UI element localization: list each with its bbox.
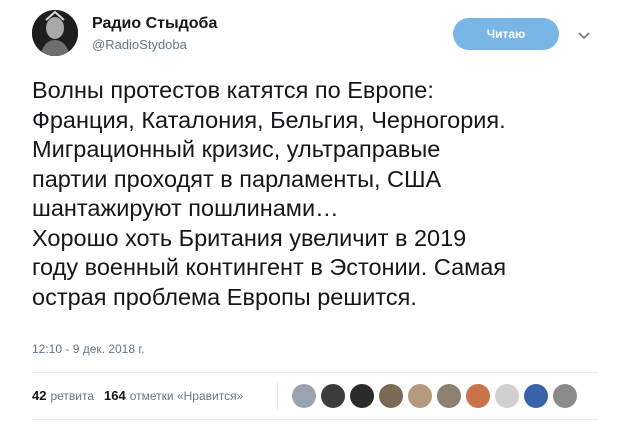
likes-stat[interactable]: 164 отметки «Нравится» bbox=[104, 388, 243, 403]
retweets-count: 42 bbox=[32, 388, 47, 403]
liker-avatar[interactable] bbox=[436, 383, 462, 409]
stats-separator bbox=[277, 382, 278, 410]
tweet-text: Волны протестов катятся по Европе: Франц… bbox=[32, 77, 507, 310]
tweet-header: Радио Стыдоба @RadioStydoba Читаю bbox=[32, 10, 610, 58]
liker-avatar[interactable] bbox=[378, 383, 404, 409]
liker-avatar[interactable] bbox=[291, 383, 317, 409]
liker-avatar[interactable] bbox=[320, 383, 346, 409]
handle[interactable]: @RadioStydoba bbox=[92, 36, 217, 54]
likes-count: 164 bbox=[104, 388, 126, 403]
statue-avatar-icon[interactable] bbox=[32, 10, 78, 56]
liker-avatars bbox=[291, 383, 581, 409]
chevron-down-icon[interactable] bbox=[577, 28, 591, 42]
divider bbox=[32, 372, 598, 373]
liker-avatar[interactable] bbox=[349, 383, 375, 409]
liker-avatar[interactable] bbox=[465, 383, 491, 409]
timestamp[interactable]: 12:10 - 9 дек. 2018 г. bbox=[32, 342, 145, 356]
follow-button[interactable]: Читаю bbox=[453, 18, 559, 50]
likes-label: отметки «Нравится» bbox=[129, 389, 244, 403]
retweets-label: ретвита bbox=[50, 389, 95, 403]
tweet-stats: 42 ретвита 164 отметки «Нравится» bbox=[32, 388, 253, 403]
liker-avatar[interactable] bbox=[552, 383, 578, 409]
display-name[interactable]: Радио Стыдоба bbox=[92, 14, 217, 34]
liker-avatar[interactable] bbox=[494, 383, 520, 409]
liker-avatar[interactable] bbox=[523, 383, 549, 409]
retweets-stat[interactable]: 42 ретвита bbox=[32, 388, 94, 403]
account-names: Радио Стыдоба @RadioStydoba bbox=[92, 14, 217, 54]
divider bbox=[32, 419, 598, 420]
liker-avatar[interactable] bbox=[407, 383, 433, 409]
